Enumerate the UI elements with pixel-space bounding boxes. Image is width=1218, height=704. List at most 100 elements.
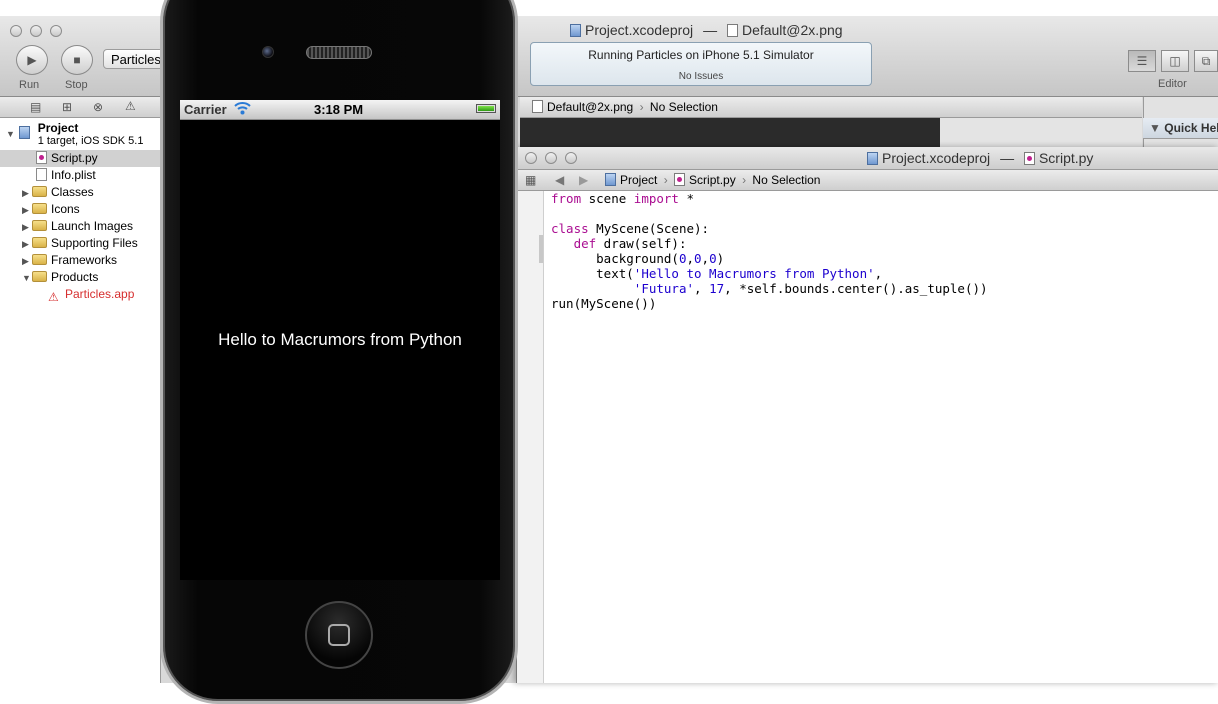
camera-icon xyxy=(262,46,274,58)
stop-label: Stop xyxy=(65,79,88,91)
script-title-file: Script.py xyxy=(1038,150,1094,166)
wifi-icon xyxy=(234,101,251,118)
folder-icon xyxy=(32,203,47,214)
disclosure-closed-icon[interactable]: ▶ xyxy=(22,185,32,202)
battery-level xyxy=(478,106,494,111)
image-file-icon xyxy=(532,100,543,113)
group-label: Supporting Files xyxy=(51,236,138,250)
disclosure-closed-icon[interactable]: ▶ xyxy=(22,253,32,270)
file-row-info-plist[interactable]: Info.plist xyxy=(36,167,96,184)
folder-icon xyxy=(32,271,47,282)
version-editor-button[interactable]: ⧉ xyxy=(1194,50,1218,72)
chevron-right-icon: › xyxy=(639,100,644,114)
group-row-supporting-files[interactable]: ▶ Supporting Files xyxy=(22,235,138,252)
folder-icon xyxy=(32,254,47,265)
minimize-window-button[interactable] xyxy=(545,152,557,164)
jump-path-selection[interactable]: No Selection xyxy=(752,173,820,187)
project-root[interactable]: ▼ Project 1 target, iOS SDK 5.1 xyxy=(6,120,143,150)
scene-text: Hello to Macrumors from Python xyxy=(218,330,462,349)
code-keyword: class xyxy=(551,221,589,236)
simulator-screen[interactable]: Carrier 3:18 PM Hello to Macrumors from … xyxy=(180,100,500,580)
chevron-right-icon: › xyxy=(742,173,747,187)
project-navigator-tab[interactable]: ▤ xyxy=(30,100,41,114)
search-navigator-tab[interactable]: ⊗ xyxy=(93,100,103,114)
assistant-editor-button[interactable]: ◫ xyxy=(1161,50,1189,72)
python-file-icon xyxy=(1023,152,1035,165)
disclosure-closed-icon[interactable]: ▶ xyxy=(22,219,32,236)
window-title: Project.xcodeproj — Default@2x.png xyxy=(570,22,843,38)
image-file-icon xyxy=(726,24,738,37)
group-row-frameworks[interactable]: ▶ Frameworks xyxy=(22,252,117,269)
xcodeproj-icon xyxy=(867,152,878,165)
code-line: from scene import * xyxy=(551,191,695,206)
script-editor-window: Project.xcodeproj — Script.py ▦ ◀ ▶ Proj… xyxy=(516,147,1218,683)
group-label: Products xyxy=(51,270,99,284)
activity-viewer: Running Particles on iPhone 5.1 Simulato… xyxy=(530,42,872,86)
xcodeproj-icon xyxy=(605,173,616,186)
activity-issues[interactable]: No Issues xyxy=(531,71,871,82)
code-line: def draw(self): xyxy=(573,236,687,251)
code-line: 'Futura', 17, *self.bounds.center().as_t… xyxy=(633,281,988,296)
disclosure-closed-icon[interactable]: ▶ xyxy=(22,236,32,253)
disclosure-open-icon[interactable]: ▼ xyxy=(22,270,32,287)
home-button[interactable] xyxy=(305,601,373,669)
file-row-particles-app[interactable]: ⚠ Particles.app xyxy=(48,286,135,304)
symbol-navigator-tab[interactable]: ⊞ xyxy=(62,100,72,114)
play-icon: ▶ xyxy=(27,53,37,67)
chevron-right-icon: › xyxy=(663,173,668,187)
code-line: run(MyScene()) xyxy=(551,296,657,311)
home-square-icon xyxy=(328,624,350,646)
group-label: Launch Images xyxy=(51,219,134,233)
close-window-button[interactable] xyxy=(525,152,537,164)
disclosure-open-icon[interactable]: ▼ xyxy=(6,128,16,141)
group-row-classes[interactable]: ▶ Classes xyxy=(22,184,94,201)
related-files-icon[interactable]: ▦ xyxy=(525,170,536,190)
quick-help-header[interactable]: ▼ Quick Help xyxy=(1143,118,1218,139)
group-row-icons[interactable]: ▶ Icons xyxy=(22,201,80,218)
minimize-window-button[interactable] xyxy=(30,25,42,37)
close-window-button[interactable] xyxy=(10,25,22,37)
python-file-icon xyxy=(36,151,47,164)
back-arrow-icon[interactable]: ◀ xyxy=(555,170,564,190)
jump-path-project[interactable]: Project xyxy=(620,173,657,187)
plist-file-icon xyxy=(36,168,47,181)
disclosure-open-icon: ▼ xyxy=(1149,121,1161,135)
standard-editor-button[interactable]: ☰ xyxy=(1128,50,1156,72)
group-row-launch-images[interactable]: ▶ Launch Images xyxy=(22,218,133,235)
stop-icon: ■ xyxy=(73,53,81,67)
stop-button[interactable]: ■ xyxy=(61,45,93,75)
code-keyword: from xyxy=(551,191,582,206)
file-row-script[interactable]: Script.py xyxy=(0,150,160,167)
editor-label: Editor xyxy=(1158,78,1187,90)
assistant-editor-icon: ◫ xyxy=(1169,54,1181,68)
project-subtitle: 1 target, iOS SDK 5.1 xyxy=(37,135,144,147)
jump-path-file[interactable]: Script.py xyxy=(689,173,736,187)
ios-status-bar: Carrier 3:18 PM xyxy=(180,100,500,120)
code-keyword: import xyxy=(633,191,679,206)
code-editor[interactable]: from scene import * class MyScene(Scene)… xyxy=(551,191,988,311)
file-label: Particles.app xyxy=(65,287,135,301)
group-row-products[interactable]: ▼ Products xyxy=(22,269,98,286)
activity-status: Running Particles on iPhone 5.1 Simulato… xyxy=(588,48,814,62)
jump-bar-file[interactable]: Default@2x.png xyxy=(547,100,633,114)
forward-arrow-icon[interactable]: ▶ xyxy=(579,170,588,190)
version-editor-icon: ⧉ xyxy=(1201,53,1211,68)
image-preview xyxy=(520,118,940,150)
folder-icon xyxy=(32,220,47,231)
script-window-title: Project.xcodeproj — Script.py xyxy=(867,150,1093,166)
carrier-label: Carrier xyxy=(184,102,227,117)
zoom-window-button[interactable] xyxy=(50,25,62,37)
zoom-window-button[interactable] xyxy=(565,152,577,164)
code-line: background(0,0,0) xyxy=(551,251,725,266)
disclosure-closed-icon[interactable]: ▶ xyxy=(22,202,32,219)
battery-icon xyxy=(476,104,496,113)
xcodeproj-icon xyxy=(570,24,581,37)
jump-bar-selection[interactable]: No Selection xyxy=(650,100,718,114)
issue-navigator-tab[interactable]: ⚠ xyxy=(125,99,136,113)
run-button[interactable]: ▶ xyxy=(16,45,48,75)
status-time: 3:18 PM xyxy=(314,102,364,117)
group-label: Icons xyxy=(51,202,80,216)
project-navigator: ▼ Project 1 target, iOS SDK 5.1 Script.p… xyxy=(0,118,161,683)
navigator-tab-bar: ▤ ⊞ ⊗ ⚠ xyxy=(0,97,160,118)
code-line: class MyScene(Scene): xyxy=(551,221,710,236)
